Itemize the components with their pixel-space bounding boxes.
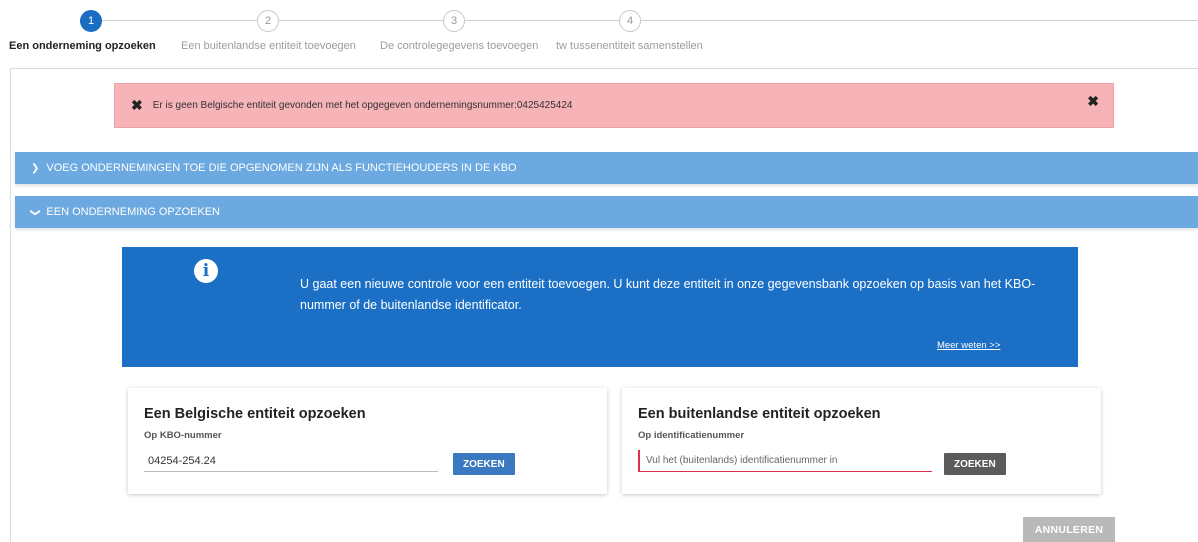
info-text: U gaat een nieuwe controle voor een enti…	[300, 277, 1036, 312]
chevron-right-icon: ❯	[31, 162, 40, 174]
page: 1 Een onderneming opzoeken 2 Een buitenl…	[0, 0, 1198, 542]
info-icon: i	[194, 259, 218, 283]
step-1-label: Een onderneming opzoeken	[9, 40, 156, 52]
error-message: Er is geen Belgische entiteit gevonden m…	[152, 100, 573, 111]
info-box: i U gaat een nieuwe controle voor een en…	[122, 247, 1078, 367]
chevron-down-icon: ❯	[29, 207, 41, 217]
belgian-entity-card: Een Belgische entiteit opzoeken Op KBO-n…	[128, 388, 607, 494]
error-alert: ✖ Er is geen Belgische entiteit gevonden…	[114, 83, 1114, 128]
accordion-functieholders[interactable]: ❯ VOEG ONDERNEMINGEN TOE DIE OPGENOMEN Z…	[15, 152, 1198, 184]
step-3-label: De controlegegevens toevoegen	[380, 40, 539, 52]
foreign-entity-card: Een buitenlandse entiteit opzoeken Op id…	[622, 388, 1101, 494]
x-icon: ✖	[131, 97, 143, 113]
foreign-entity-subtitle: Op identificatienummer	[638, 430, 745, 441]
identification-number-input[interactable]	[638, 450, 932, 472]
foreign-search-button[interactable]: ZOEKEN	[944, 453, 1006, 475]
step-4-number: 4	[619, 10, 641, 32]
accordion-onderneming-opzoeken-label: EEN ONDERNEMING OPZOEKEN	[46, 206, 220, 218]
accordion-functieholders-label: VOEG ONDERNEMINGEN TOE DIE OPGENOMEN ZIJ…	[46, 162, 517, 174]
wizard-stepper: 1 Een onderneming opzoeken 2 Een buitenl…	[0, 0, 1198, 62]
more-info-link[interactable]: Meer weten >>	[937, 340, 1000, 351]
step-4-label: tw tussenentiteit samenstellen	[556, 40, 703, 52]
belgian-entity-title: Een Belgische entiteit opzoeken	[144, 406, 366, 422]
close-icon[interactable]: ✖	[1087, 93, 1099, 110]
cancel-button[interactable]: ANNULEREN	[1023, 517, 1115, 542]
belgian-search-button[interactable]: ZOEKEN	[453, 453, 515, 475]
step-1-number: 1	[80, 10, 102, 32]
foreign-entity-title: Een buitenlandse entiteit opzoeken	[638, 406, 881, 422]
step-2-number: 2	[257, 10, 279, 32]
accordion-onderneming-opzoeken[interactable]: ❯ EEN ONDERNEMING OPZOEKEN	[15, 196, 1198, 228]
kbo-number-input[interactable]	[144, 450, 438, 472]
step-3-number: 3	[443, 10, 465, 32]
step-2-label: Een buitenlandse entiteit toevoegen	[181, 40, 356, 52]
belgian-entity-subtitle: Op KBO-nummer	[144, 430, 222, 441]
